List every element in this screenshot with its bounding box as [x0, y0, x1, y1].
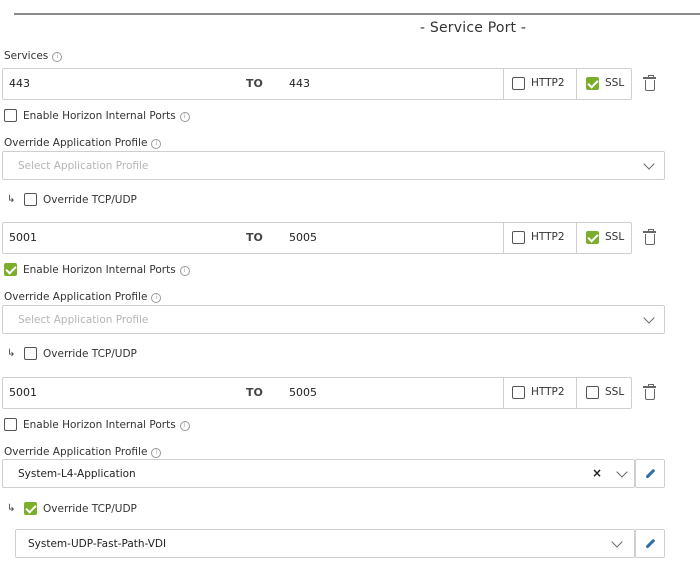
http2-checkbox[interactable]: [512, 386, 525, 399]
ssl-label: SSL: [605, 386, 625, 398]
to-label: TO: [246, 77, 263, 90]
trash-icon[interactable]: [643, 75, 656, 91]
http2-label: HTTP2: [531, 77, 565, 89]
edit-profile-button[interactable]: [635, 459, 665, 488]
tcp-profile-value: System-UDP-Fast-Path-VDI: [28, 538, 167, 550]
ssl-checkbox[interactable]: [586, 231, 599, 244]
return-arrow-icon: ↳: [7, 503, 16, 514]
ssl-label: SSL: [605, 77, 625, 89]
application-profile-select[interactable]: System-L4-Application ×: [2, 459, 635, 488]
pencil-icon: [645, 468, 656, 479]
chevron-down-icon[interactable]: [643, 158, 655, 170]
http2-toggle[interactable]: HTTP2: [503, 378, 576, 408]
service-port-row: 443 TO 443 HTTP2 SSL: [2, 68, 632, 100]
port-to-input[interactable]: 443: [289, 69, 310, 99]
horizon-label: Enable Horizon Internal Ports i: [23, 419, 190, 431]
info-icon[interactable]: i: [151, 448, 162, 458]
http2-label: HTTP2: [531, 231, 565, 243]
application-profile-select[interactable]: Select Application Profile: [2, 151, 665, 180]
port-to-input[interactable]: 5005: [289, 378, 317, 408]
edit-tcp-profile-button[interactable]: [635, 529, 665, 558]
section-divider: [14, 13, 700, 15]
horizon-label: Enable Horizon Internal Ports i: [23, 110, 190, 122]
close-icon[interactable]: ×: [592, 466, 602, 480]
override-tcp-checkbox[interactable]: [24, 347, 37, 360]
override-tcp-label: Override TCP/UDP: [43, 503, 137, 515]
override-profile-label: Override Application Profile i: [4, 291, 162, 303]
http2-checkbox[interactable]: [512, 77, 525, 90]
override-profile-label: Override Application Profile i: [4, 137, 162, 149]
chevron-down-icon[interactable]: [643, 312, 655, 324]
info-icon[interactable]: i: [52, 52, 63, 62]
profile-value: System-L4-Application: [18, 468, 136, 480]
ssl-checkbox[interactable]: [586, 77, 599, 90]
info-icon[interactable]: i: [151, 293, 162, 303]
profile-placeholder: Select Application Profile: [18, 160, 149, 172]
pencil-icon: [645, 538, 656, 549]
application-profile-select[interactable]: Select Application Profile: [2, 305, 665, 334]
http2-toggle[interactable]: HTTP2: [503, 69, 576, 99]
override-profile-label: Override Application Profile i: [4, 446, 162, 458]
horizon-checkbox[interactable]: [4, 263, 17, 276]
http2-checkbox[interactable]: [512, 231, 525, 244]
to-label: TO: [246, 386, 263, 399]
service-port-row: 5001 TO 5005 HTTP2 SSL: [2, 377, 632, 409]
port-from-input[interactable]: 5001: [9, 378, 37, 408]
services-label: Services i: [4, 50, 63, 62]
trash-icon[interactable]: [643, 229, 656, 245]
override-tcp-checkbox[interactable]: [24, 502, 37, 515]
horizon-label: Enable Horizon Internal Ports i: [23, 264, 190, 276]
info-icon[interactable]: i: [179, 266, 190, 276]
ssl-label: SSL: [605, 231, 625, 243]
override-tcp-label: Override TCP/UDP: [43, 194, 137, 206]
override-tcp-label: Override TCP/UDP: [43, 348, 137, 360]
ssl-toggle[interactable]: SSL: [576, 69, 632, 99]
horizon-checkbox[interactable]: [4, 418, 17, 431]
port-to-input[interactable]: 5005: [289, 223, 317, 253]
return-arrow-icon: ↳: [7, 348, 16, 359]
trash-icon[interactable]: [643, 384, 656, 400]
to-label: TO: [246, 231, 263, 244]
info-icon[interactable]: i: [151, 139, 162, 149]
info-icon[interactable]: i: [179, 112, 190, 122]
service-port-row: 5001 TO 5005 HTTP2 SSL: [2, 222, 632, 254]
tcp-udp-profile-select[interactable]: System-UDP-Fast-Path-VDI: [15, 529, 635, 558]
ssl-toggle[interactable]: SSL: [576, 378, 632, 408]
section-title: - Service Port -: [420, 20, 527, 36]
profile-placeholder: Select Application Profile: [18, 314, 149, 326]
http2-toggle[interactable]: HTTP2: [503, 223, 576, 253]
override-tcp-checkbox[interactable]: [24, 193, 37, 206]
http2-label: HTTP2: [531, 386, 565, 398]
info-icon[interactable]: i: [179, 421, 190, 431]
ssl-checkbox[interactable]: [586, 386, 599, 399]
chevron-down-icon[interactable]: [616, 466, 628, 478]
port-from-input[interactable]: 5001: [9, 223, 37, 253]
horizon-checkbox[interactable]: [4, 109, 17, 122]
port-from-input[interactable]: 443: [9, 69, 30, 99]
return-arrow-icon: ↳: [7, 194, 16, 205]
chevron-down-icon[interactable]: [611, 536, 623, 548]
ssl-toggle[interactable]: SSL: [576, 223, 632, 253]
